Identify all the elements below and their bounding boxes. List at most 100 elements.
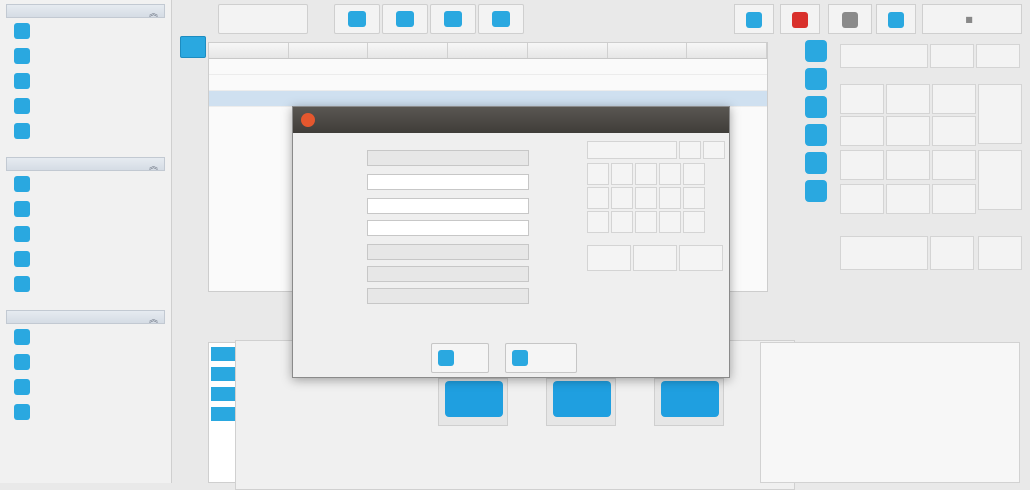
keypad-key[interactable]	[587, 163, 609, 185]
column-header[interactable]	[687, 43, 768, 58]
table-row-selected[interactable]	[209, 91, 767, 107]
sidebar-item[interactable]	[6, 43, 165, 68]
sidebar-item[interactable]	[6, 246, 165, 271]
sidebar-item[interactable]	[6, 349, 165, 374]
keypad-key[interactable]	[930, 44, 974, 68]
dialog-title-bar[interactable]	[293, 107, 729, 133]
toolbar-button-prev[interactable]	[430, 4, 476, 34]
price-input[interactable]	[367, 198, 529, 214]
tool-icon[interactable]	[805, 152, 827, 174]
action-button-right[interactable]	[654, 378, 724, 426]
login-button[interactable]: ■	[922, 4, 1022, 34]
keypad-key[interactable]	[679, 245, 723, 271]
keypad-key[interactable]	[611, 187, 633, 209]
action-button-middle[interactable]	[546, 378, 616, 426]
keypad-key[interactable]	[635, 187, 657, 209]
keypad-key[interactable]	[976, 44, 1020, 68]
column-header[interactable]	[289, 43, 369, 58]
table-row[interactable]	[209, 75, 767, 91]
sidebar-item[interactable]	[6, 18, 165, 43]
sidebar-item[interactable]	[6, 93, 165, 118]
keypad-key[interactable]	[932, 84, 976, 114]
keypad-key[interactable]	[886, 84, 930, 114]
cancel-button[interactable]	[505, 343, 577, 373]
tool-icon[interactable]	[805, 96, 827, 118]
keypad-key[interactable]	[611, 163, 633, 185]
keypad-key[interactable]	[840, 116, 884, 146]
column-header[interactable]	[528, 43, 608, 58]
search-button[interactable]	[218, 4, 308, 34]
column-header[interactable]	[448, 43, 528, 58]
keypad-key[interactable]	[840, 84, 884, 114]
sidebar-item[interactable]	[6, 171, 165, 196]
sidebar-item[interactable]	[6, 68, 165, 93]
toolbar-button-person[interactable]	[734, 4, 774, 34]
keypad-key[interactable]	[703, 141, 725, 159]
keypad-key[interactable]	[886, 150, 930, 180]
toolbar-button-next[interactable]	[478, 4, 524, 34]
sidebar-item[interactable]	[6, 271, 165, 296]
refresh-button[interactable]	[180, 36, 206, 58]
table-row[interactable]	[209, 59, 767, 75]
keypad-key[interactable]	[840, 150, 884, 180]
keypad-key[interactable]	[635, 163, 657, 185]
toolbar-button-up[interactable]	[334, 4, 380, 34]
sidebar-section-header[interactable]: ︽	[6, 157, 165, 172]
keypad-key[interactable]	[659, 211, 681, 233]
keypad-key[interactable]	[683, 163, 705, 185]
tool-icon[interactable]	[805, 68, 827, 90]
keypad-key[interactable]	[587, 245, 631, 271]
book-icon	[445, 381, 503, 417]
keypad-key[interactable]	[659, 187, 681, 209]
close-icon[interactable]	[301, 113, 315, 127]
sidebar-section-header[interactable]: ︽	[6, 310, 165, 325]
keypad-key[interactable]	[886, 184, 930, 214]
collapse-icon[interactable]: ︽	[149, 312, 158, 325]
keypad-key[interactable]	[932, 116, 976, 146]
column-header[interactable]	[368, 43, 449, 58]
keypad-key[interactable]	[930, 236, 974, 270]
sidebar-item[interactable]	[6, 221, 165, 246]
keypad-key-clear[interactable]	[978, 236, 1022, 270]
column-header[interactable]	[608, 43, 688, 58]
keypad-key[interactable]	[683, 187, 705, 209]
toolbar-button-first[interactable]	[382, 4, 428, 34]
keypad-key[interactable]	[840, 236, 928, 270]
action-button-left[interactable]	[438, 378, 508, 426]
toolbar-button-upload[interactable]	[876, 4, 916, 34]
sidebar-item[interactable]	[6, 399, 165, 424]
keypad-key[interactable]	[886, 116, 930, 146]
price-net-input[interactable]	[367, 220, 529, 236]
sidebar-item[interactable]	[6, 374, 165, 399]
toolbar-button-delete[interactable]	[780, 4, 820, 34]
keypad-key[interactable]	[679, 141, 701, 159]
keypad-key[interactable]	[611, 211, 633, 233]
ok-button[interactable]	[431, 343, 489, 373]
sidebar-section-header[interactable]: ︽	[6, 4, 165, 19]
keypad-key-backspace[interactable]	[978, 84, 1022, 144]
sidebar-item[interactable]	[6, 324, 165, 349]
toolbar-button-print[interactable]	[828, 4, 872, 34]
keypad-key[interactable]	[659, 163, 681, 185]
tool-icon[interactable]	[805, 180, 827, 202]
sidebar-item[interactable]	[6, 196, 165, 221]
collapse-icon[interactable]: ︽	[149, 159, 158, 172]
keypad-key[interactable]	[683, 211, 705, 233]
type-select[interactable]	[367, 150, 529, 166]
keypad-key[interactable]	[587, 211, 609, 233]
keypad-key[interactable]	[840, 184, 884, 214]
sidebar-item[interactable]	[6, 118, 165, 143]
keypad-key[interactable]	[633, 245, 677, 271]
keypad-key[interactable]	[932, 150, 976, 180]
keypad-key[interactable]	[587, 187, 609, 209]
keypad-key-enter[interactable]	[978, 150, 1022, 210]
keypad-key[interactable]	[840, 44, 928, 68]
keypad-key[interactable]	[932, 184, 976, 214]
tool-icon[interactable]	[805, 124, 827, 146]
column-header[interactable]	[209, 43, 289, 58]
collapse-icon[interactable]: ︽	[149, 6, 158, 19]
tool-icon[interactable]	[805, 40, 827, 62]
code-input[interactable]	[367, 174, 529, 190]
keypad-key[interactable]	[635, 211, 657, 233]
keypad-key[interactable]	[587, 141, 677, 159]
